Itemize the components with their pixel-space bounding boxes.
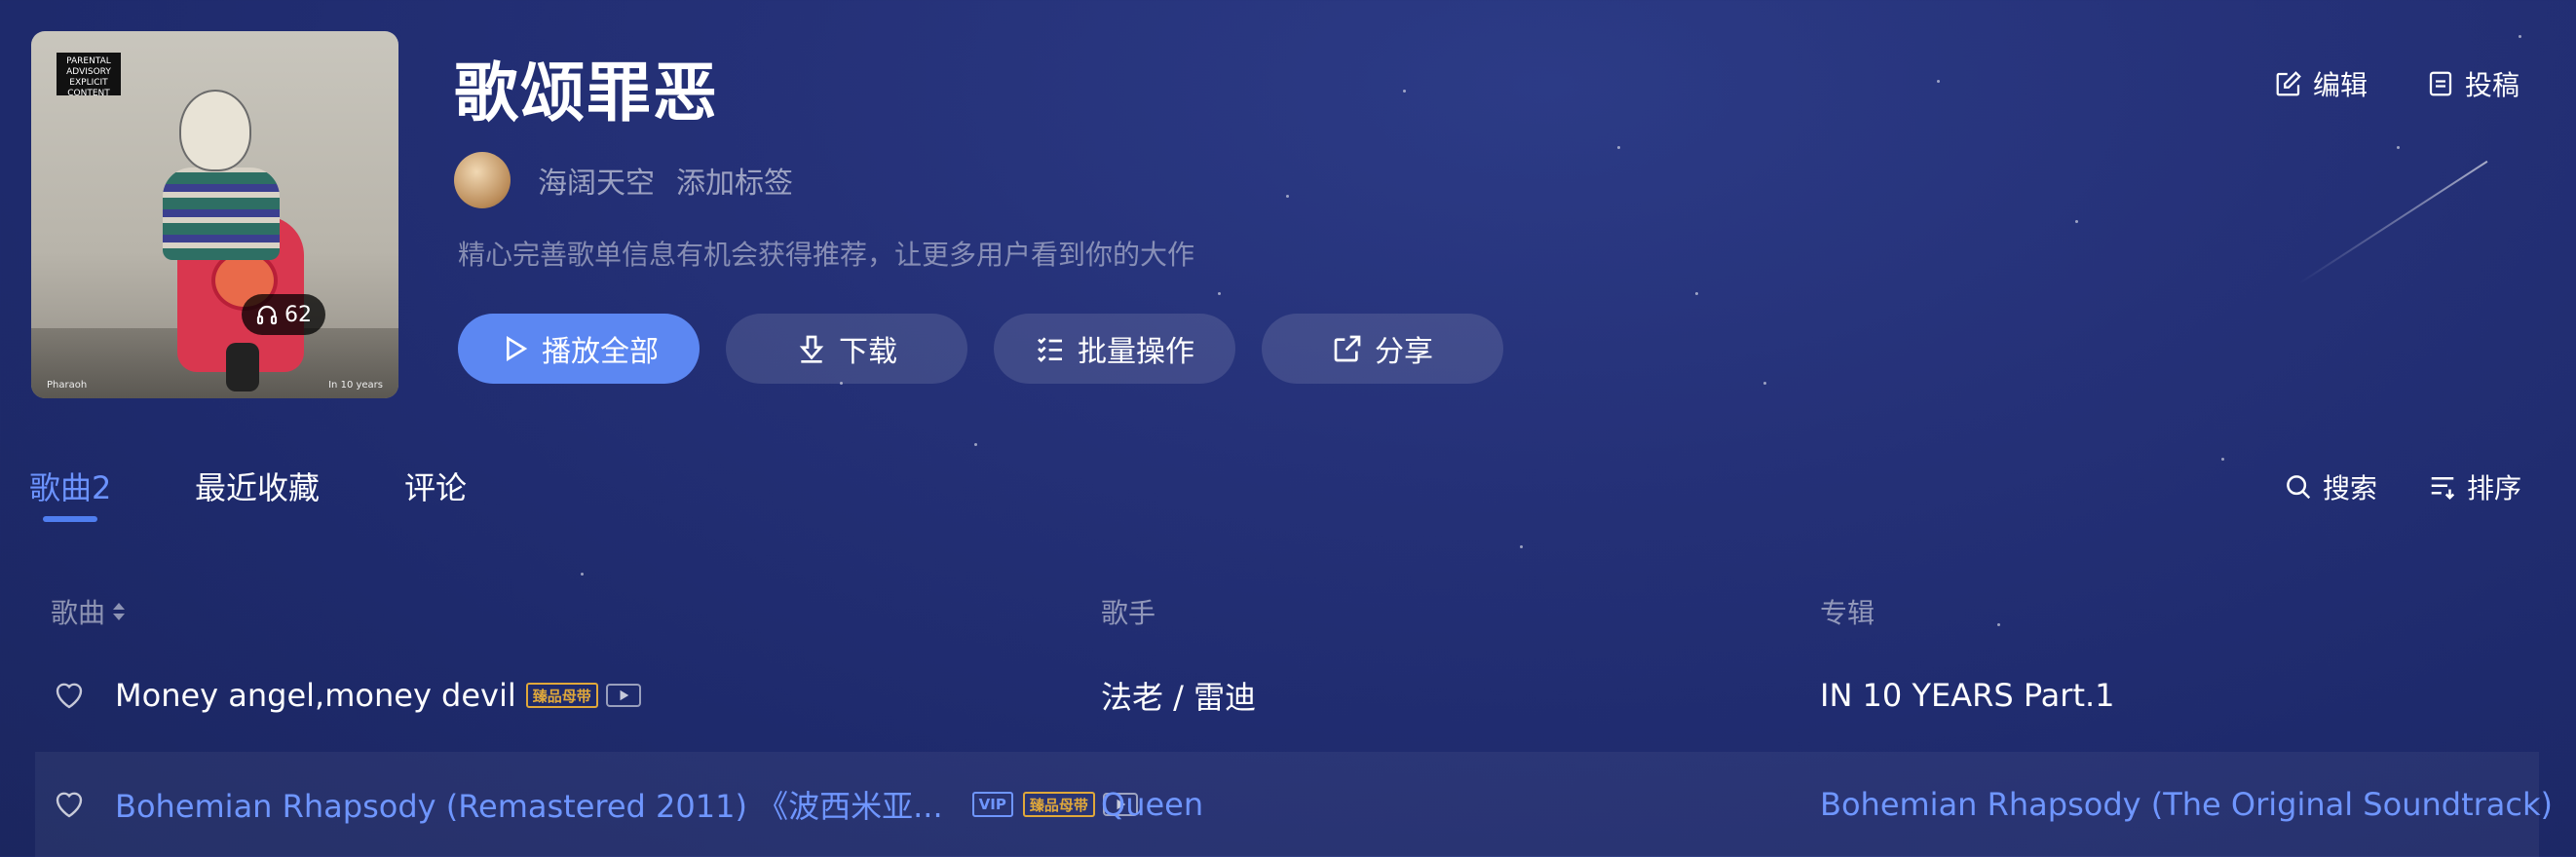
heart-icon[interactable] [51, 678, 88, 713]
column-header-artist: 歌手 [1101, 597, 1156, 629]
play-count-badge: 62 [242, 294, 325, 335]
cover-hoodie [163, 168, 280, 260]
sort-icon [2431, 477, 2455, 501]
heart-icon[interactable] [51, 787, 88, 822]
mv-play-icon [620, 689, 629, 701]
share-icon [1334, 335, 1361, 362]
active-tab-indicator [43, 516, 97, 522]
edit-label: 编辑 [2313, 69, 2368, 101]
download-icon [799, 335, 824, 363]
artist-cell[interactable]: Queen [1101, 752, 1203, 857]
sort-label: 排序 [2467, 472, 2522, 504]
column-header-album: 专辑 [1820, 597, 1875, 629]
table-row[interactable]: Bohemian Rhapsody (Remastered 2011) 《波西米… [35, 752, 2553, 857]
master-quality-badge: 臻品母带 [1022, 792, 1095, 817]
add-tag-link[interactable]: 添加标签 [676, 159, 793, 202]
master-quality-badge: 臻品母带 [525, 683, 598, 708]
shooting-star [2298, 160, 2488, 284]
album-cell[interactable]: Bohemian Rhapsody (The Original Soundtra… [1820, 752, 2553, 857]
play-all-label: 播放全部 [542, 335, 659, 369]
playlist-description[interactable]: 精心完善歌单信息有机会获得推荐，让更多用户看到你的大作 [458, 234, 1194, 273]
headphones-icon [256, 305, 278, 325]
creator-avatar[interactable] [454, 152, 511, 208]
checklist-icon [1038, 337, 1062, 362]
download-button[interactable]: 下载 [726, 314, 967, 384]
play-icon [507, 335, 528, 362]
playlist-title: 歌颂罪恶 [454, 56, 719, 130]
share-button[interactable]: 分享 [1262, 314, 1503, 384]
cover-caption-right: In 10 years [328, 380, 383, 391]
download-label: 下载 [839, 335, 897, 369]
playlist-cover[interactable]: PARENTAL ADVISORY EXPLICIT CONTENT Phara… [31, 31, 398, 398]
document-icon [2429, 71, 2452, 96]
artist-cell[interactable]: 法老 / 雷迪 [1101, 643, 1256, 748]
parental-advisory-label: PARENTAL ADVISORY EXPLICIT CONTENT [57, 53, 121, 98]
cover-caption-left: Pharaoh [47, 380, 88, 391]
creator-row: 海阔天空 添加标签 [454, 152, 793, 208]
tab-songs[interactable]: 歌曲2 [29, 464, 111, 508]
cover-scooter-wheel [226, 343, 259, 391]
search-icon [2287, 475, 2311, 500]
edit-icon [2276, 71, 2301, 96]
edit-button[interactable]: 编辑 [2274, 64, 2368, 103]
contribute-button[interactable]: 投稿 [2426, 64, 2519, 103]
vip-badge: VIP [971, 792, 1013, 817]
sort-button[interactable]: 排序 [2428, 467, 2521, 506]
tab-recent-favorites[interactable]: 最近收藏 [195, 464, 320, 508]
song-cell: Bohemian Rhapsody (Remastered 2011) 《波西米… [115, 752, 1138, 857]
play-count-value: 62 [284, 302, 312, 327]
song-cell: Money angel,money devil 臻品母带 [115, 643, 641, 748]
batch-operation-label: 批量操作 [1078, 335, 1194, 369]
song-title[interactable]: Money angel,money devil [115, 677, 516, 714]
cover-mask [179, 90, 251, 171]
search-label: 搜索 [2323, 472, 2378, 504]
column-header-song-label: 歌曲 [51, 597, 106, 629]
contribute-label: 投稿 [2465, 69, 2520, 101]
sort-arrows-icon [113, 603, 126, 620]
table-row[interactable]: Money angel,money devil 臻品母带 法老 / 雷迪 IN … [35, 643, 2539, 748]
play-all-button[interactable]: 播放全部 [458, 314, 700, 384]
song-title[interactable]: Bohemian Rhapsody (Remastered 2011) 《波西米… [115, 782, 943, 827]
tab-comments[interactable]: 评论 [404, 464, 467, 508]
creator-name[interactable]: 海阔天空 [538, 159, 655, 202]
share-label: 分享 [1375, 335, 1433, 369]
column-header-song[interactable]: 歌曲 [51, 592, 127, 631]
album-cell[interactable]: IN 10 YEARS Part.1 [1820, 643, 2115, 748]
search-button[interactable]: 搜索 [2284, 467, 2377, 506]
batch-operation-button[interactable]: 批量操作 [994, 314, 1235, 384]
mv-button[interactable] [605, 684, 641, 707]
